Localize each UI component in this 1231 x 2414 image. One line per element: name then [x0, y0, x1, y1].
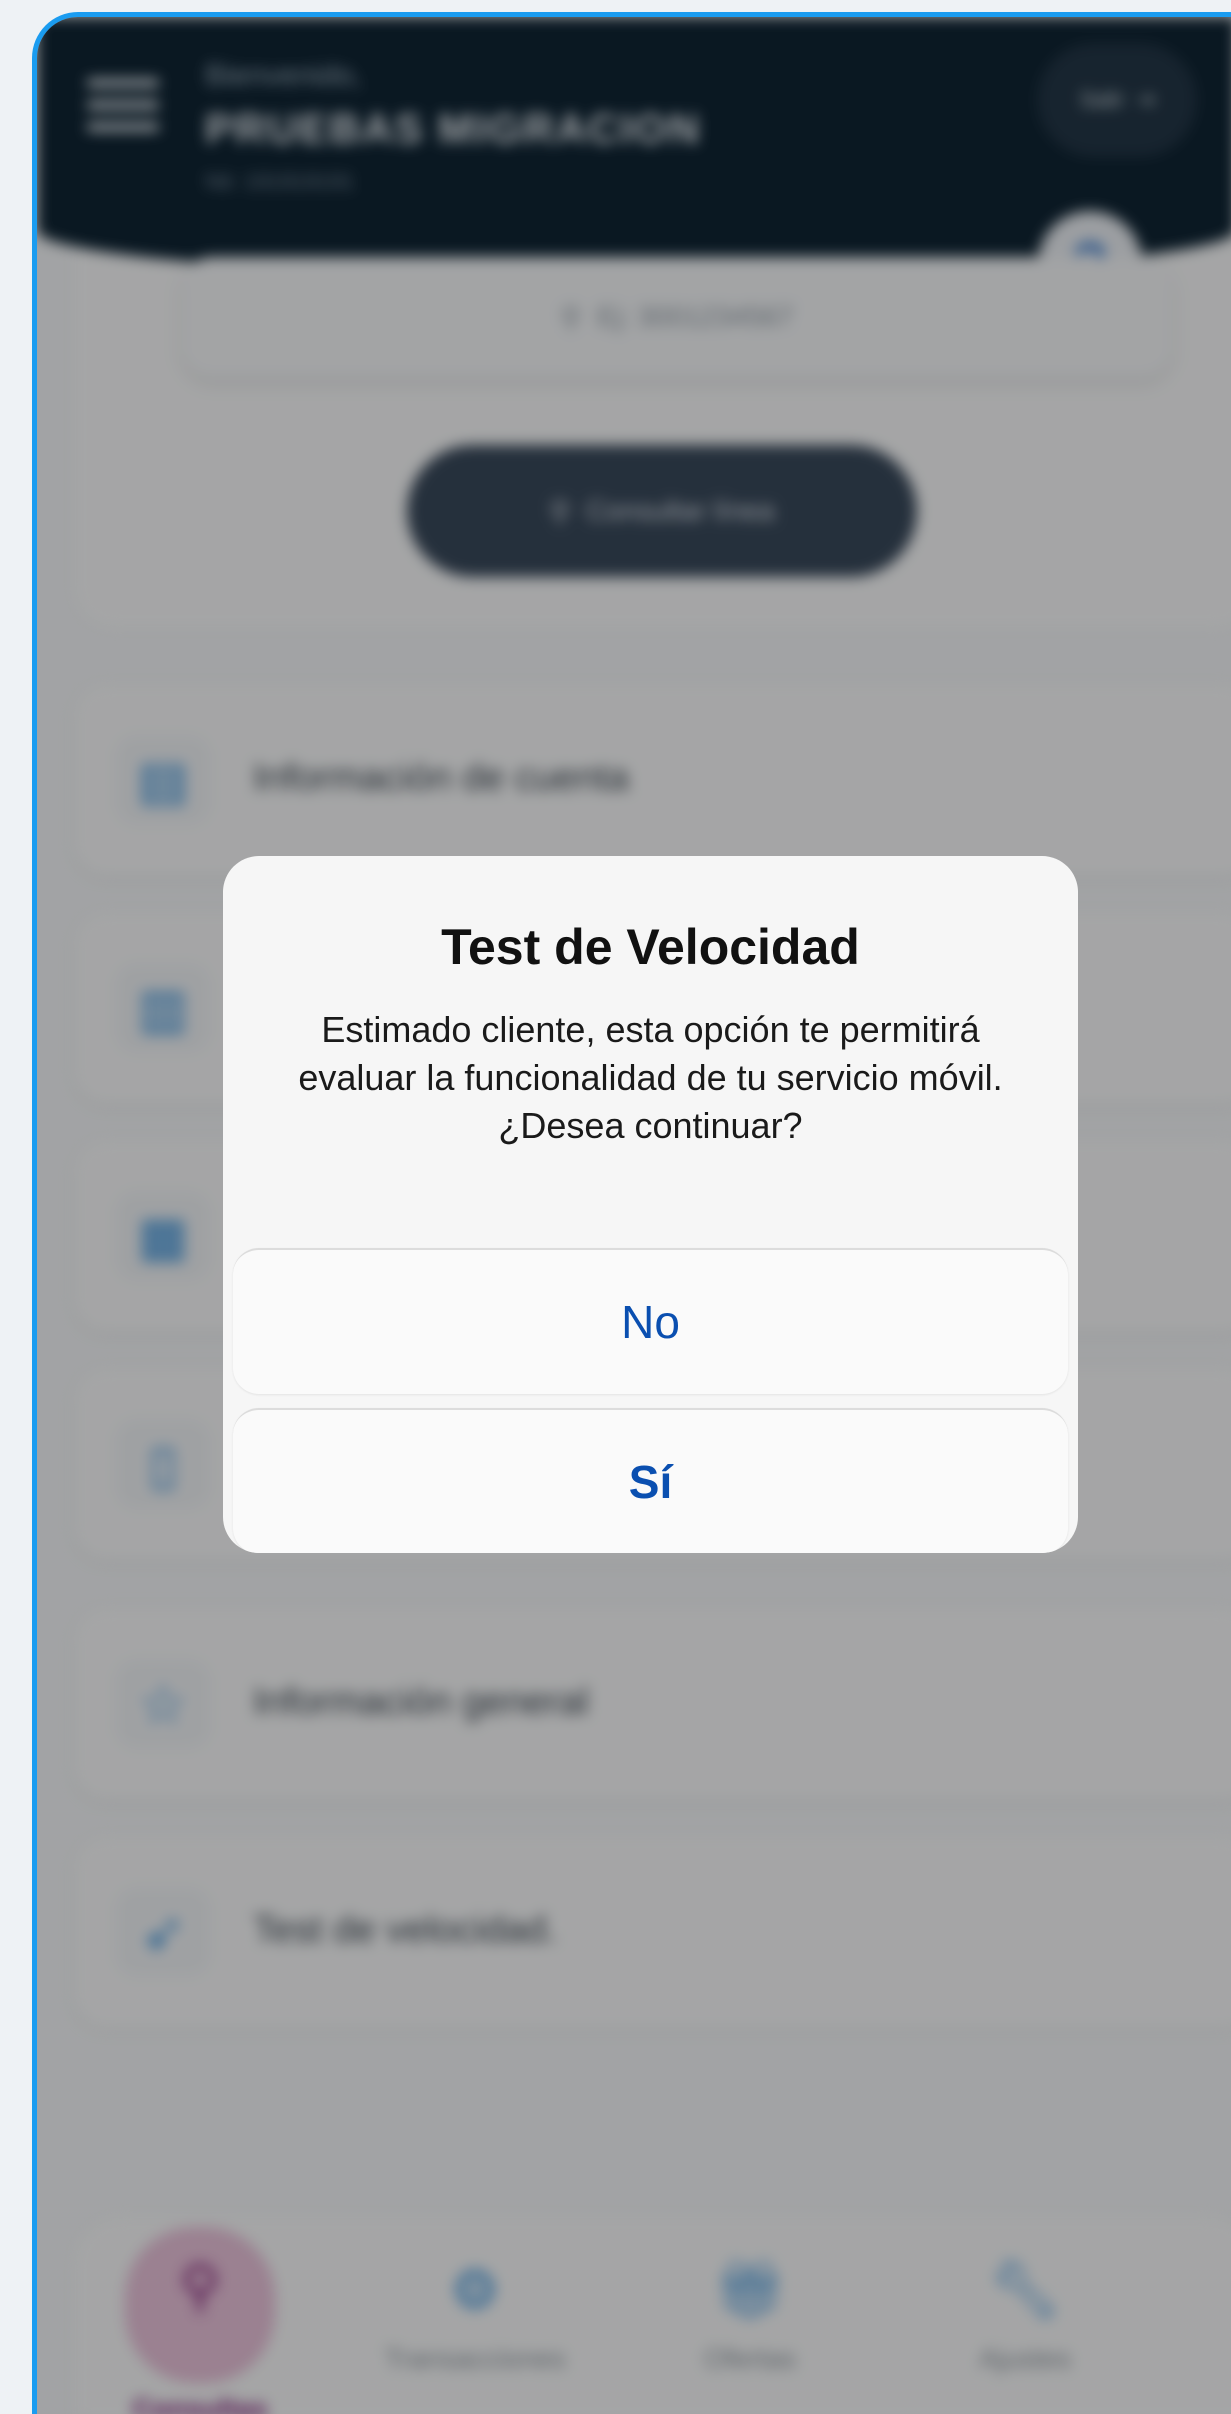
dialog-message: Estimado cliente, esta opción te permiti… [298, 1009, 1003, 1146]
no-button[interactable]: No [233, 1248, 1068, 1394]
speed-test-dialog: Test de Velocidad Estimado cliente, esta… [223, 856, 1078, 1553]
dialog-title: Test de Velocidad [441, 919, 860, 975]
yes-button[interactable]: Sí [233, 1408, 1068, 1553]
